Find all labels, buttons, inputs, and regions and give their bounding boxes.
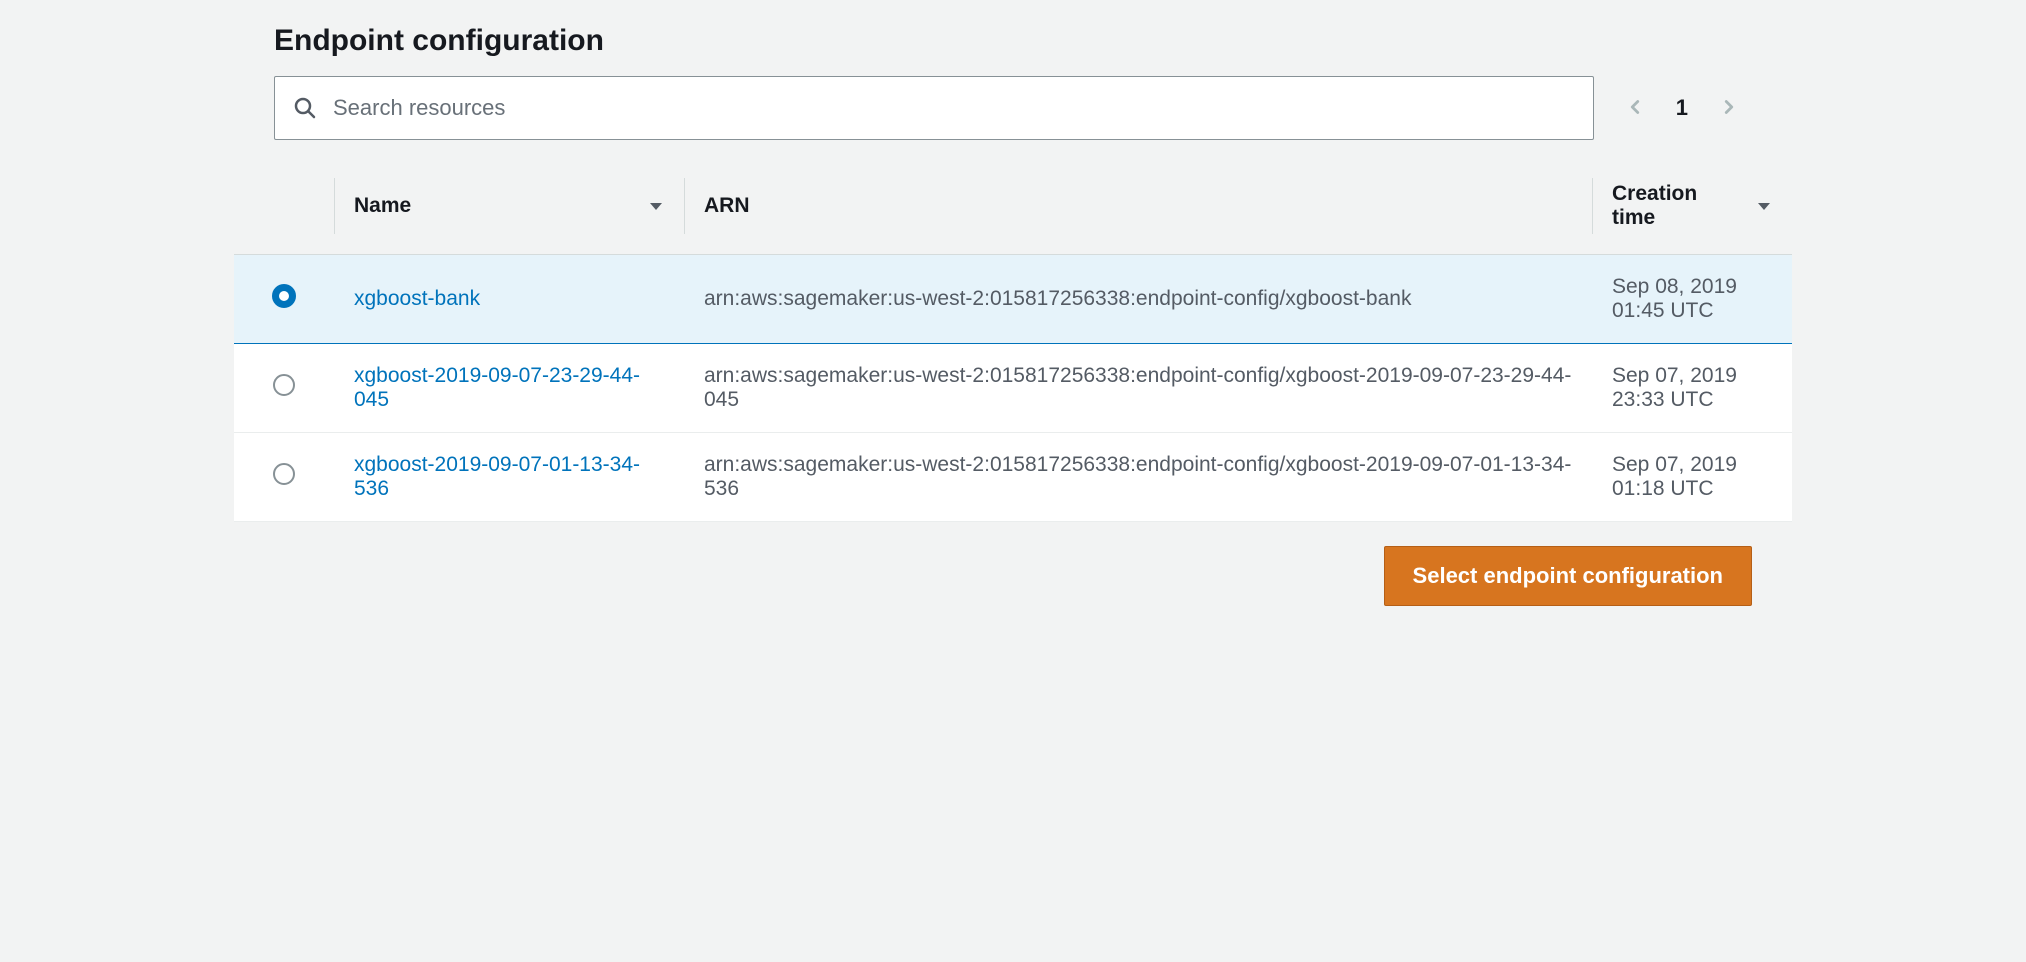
radio-cell[interactable]	[234, 344, 334, 433]
pagination: 1	[1618, 90, 1752, 127]
name-cell: xgboost-2019-09-07-01-13-34-536	[334, 433, 684, 522]
select-endpoint-config-button[interactable]: Select endpoint configuration	[1384, 546, 1752, 606]
panel-header: Endpoint configuration	[234, 24, 1792, 158]
table-row[interactable]: xgboost-2019-09-07-23-29-44-045 arn:aws:s…	[234, 344, 1792, 433]
search-input[interactable]	[331, 94, 1575, 122]
name-cell: xgboost-bank	[334, 255, 684, 344]
arn-cell: arn:aws:sagemaker:us-west-2:015817256338…	[684, 433, 1592, 522]
table-row[interactable]: xgboost-2019-09-07-01-13-34-536 arn:aws:s…	[234, 433, 1792, 522]
col-name-label: Name	[354, 194, 411, 218]
radio-cell[interactable]	[234, 255, 334, 344]
creation-time-cell: Sep 07, 2019 01:18 UTC	[1592, 433, 1792, 522]
endpoint-config-name-link[interactable]: xgboost-2019-09-07-23-29-44-045	[354, 364, 640, 411]
panel-title: Endpoint configuration	[274, 24, 1752, 58]
endpoint-config-name-link[interactable]: xgboost-2019-09-07-01-13-34-536	[354, 453, 640, 500]
col-creation-time[interactable]: Creation time	[1592, 158, 1792, 255]
col-name[interactable]: Name	[334, 158, 684, 255]
endpoint-config-table: Name ARN Creation time	[234, 158, 1792, 522]
toolbar: 1	[274, 76, 1752, 140]
arn-cell: arn:aws:sagemaker:us-west-2:015817256338…	[684, 255, 1592, 344]
chevron-right-icon	[1718, 96, 1740, 121]
radio-unselected-icon[interactable]	[273, 374, 295, 396]
radio-unselected-icon[interactable]	[273, 463, 295, 485]
col-arn[interactable]: ARN	[684, 158, 1592, 255]
col-arn-label: ARN	[704, 194, 750, 218]
table-row[interactable]: xgboost-bank arn:aws:sagemaker:us-west-2:…	[234, 255, 1792, 344]
name-cell: xgboost-2019-09-07-23-29-44-045	[334, 344, 684, 433]
col-creation-time-label: Creation time	[1612, 182, 1744, 230]
page-prev-button[interactable]	[1618, 90, 1652, 127]
creation-time-cell: Sep 07, 2019 23:33 UTC	[1592, 344, 1792, 433]
sort-caret-icon	[1756, 198, 1772, 214]
endpoint-config-name-link[interactable]: xgboost-bank	[354, 287, 480, 310]
radio-cell[interactable]	[234, 433, 334, 522]
arn-cell: arn:aws:sagemaker:us-west-2:015817256338…	[684, 344, 1592, 433]
chevron-left-icon	[1624, 96, 1646, 121]
radio-selected-icon[interactable]	[272, 284, 296, 308]
col-select	[234, 158, 334, 255]
endpoint-config-panel: Endpoint configuration	[234, 0, 1792, 646]
sort-caret-icon	[648, 198, 664, 214]
search-box[interactable]	[274, 76, 1594, 140]
actions-row: Select endpoint configuration	[234, 522, 1792, 606]
page-next-button[interactable]	[1712, 90, 1746, 127]
page-current: 1	[1670, 95, 1694, 121]
table-header-row: Name ARN Creation time	[234, 158, 1792, 255]
creation-time-cell: Sep 08, 2019 01:45 UTC	[1592, 255, 1792, 344]
search-icon	[293, 96, 317, 120]
